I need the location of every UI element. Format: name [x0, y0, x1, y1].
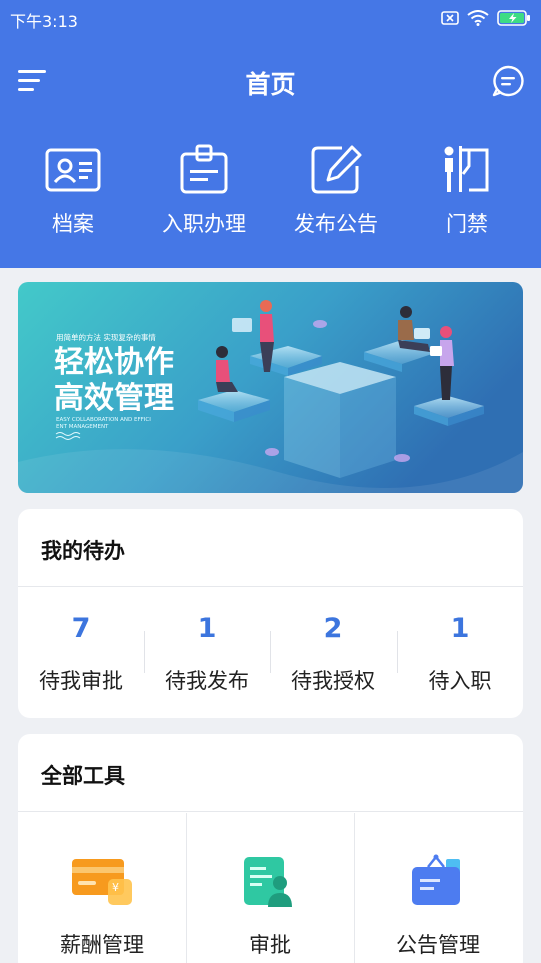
todo-item-pending-approval[interactable]: 7 待我审批 — [18, 588, 144, 718]
todo-label: 待我授权 — [291, 669, 375, 693]
svg-text:¥: ¥ — [112, 881, 119, 894]
todo-label: 待入职 — [428, 669, 492, 693]
chat-bubble-icon — [492, 65, 524, 97]
quick-action-label: 入职办理 — [162, 212, 246, 236]
tool-announcement-management[interactable]: 公告管理 — [354, 813, 522, 963]
edit-icon — [311, 145, 362, 194]
todo-item-pending-authorization[interactable]: 2 待我授权 — [270, 588, 396, 718]
announcement-board-icon — [412, 854, 460, 905]
status-time: 下午3:13 — [10, 12, 78, 31]
quick-action-publish-notice[interactable]: 发布公告 — [271, 144, 401, 244]
banner-illustration: 用简单的方法 实现复杂的事情 轻松协作 高效管理 EASY COLLABORAT… — [18, 282, 523, 493]
door-access-icon — [444, 146, 489, 192]
tools-grid: ¥ 薪酬管理 审批 公告管理 — [18, 813, 523, 963]
status-bar: 下午3:13 — [0, 0, 541, 36]
quick-action-access-control[interactable]: 门禁 — [402, 144, 532, 244]
todo-count: 2 — [323, 613, 343, 644]
battery-charging-icon — [497, 10, 530, 26]
todo-card-title: 我的待办 — [41, 539, 125, 563]
quick-actions: 档案 入职办理 发布公告 门禁 — [0, 144, 541, 244]
badge-icon — [180, 144, 228, 194]
app-header: 下午3:13 首页 档案 入职办理 发布公告 门禁 — [0, 0, 541, 268]
sim-x-icon — [441, 11, 459, 25]
banner-headline-1: 轻松协作 — [54, 345, 174, 380]
tool-approval[interactable]: 审批 — [186, 813, 354, 963]
todo-count: 7 — [71, 613, 91, 644]
approval-icon — [244, 857, 292, 907]
tools-card-header: 全部工具 — [18, 734, 523, 812]
todo-card: 我的待办 7 待我审批 1 待我发布 2 待我授权 1 待入职 — [18, 509, 523, 718]
promo-banner[interactable]: 用简单的方法 实现复杂的事情 轻松协作 高效管理 EASY COLLABORAT… — [18, 282, 523, 493]
tools-card: 全部工具 ¥ 薪酬管理 审批 公告管理 — [18, 734, 523, 963]
banner-english-1: EASY COLLABORATION AND EFFICI — [56, 417, 151, 423]
quick-action-onboarding[interactable]: 入职办理 — [139, 144, 269, 244]
todo-item-pending-publish[interactable]: 1 待我发布 — [144, 588, 270, 718]
status-icons — [441, 8, 531, 28]
todo-item-pending-onboarding[interactable]: 1 待入职 — [397, 588, 523, 718]
tools-card-title: 全部工具 — [41, 764, 125, 788]
banner-tagline: 用简单的方法 实现复杂的事情 — [56, 332, 156, 342]
quick-action-label: 发布公告 — [294, 212, 378, 236]
tool-salary-management[interactable]: ¥ 薪酬管理 — [18, 813, 186, 963]
wifi-icon — [467, 10, 489, 26]
todo-card-header: 我的待办 — [18, 509, 523, 587]
id-card-icon — [45, 148, 101, 192]
salary-card-icon: ¥ — [72, 859, 132, 905]
tool-label: 公告管理 — [396, 933, 480, 957]
banner-english-2: ENT MANAGEMENT — [56, 424, 109, 430]
todo-count: 1 — [450, 613, 470, 644]
quick-action-archive[interactable]: 档案 — [8, 144, 138, 244]
banner-headline-2: 高效管理 — [54, 381, 174, 416]
todo-label: 待我审批 — [39, 669, 123, 693]
page-title: 首页 — [245, 70, 296, 99]
tool-label: 审批 — [249, 933, 291, 957]
todo-count: 1 — [197, 613, 217, 644]
top-bar: 首页 — [0, 56, 541, 106]
message-button[interactable] — [491, 64, 525, 98]
todo-list: 7 待我审批 1 待我发布 2 待我授权 1 待入职 — [18, 588, 523, 718]
todo-label: 待我发布 — [165, 669, 249, 693]
tool-label: 薪酬管理 — [60, 933, 144, 957]
quick-action-label: 门禁 — [446, 212, 488, 236]
quick-action-label: 档案 — [52, 212, 94, 236]
